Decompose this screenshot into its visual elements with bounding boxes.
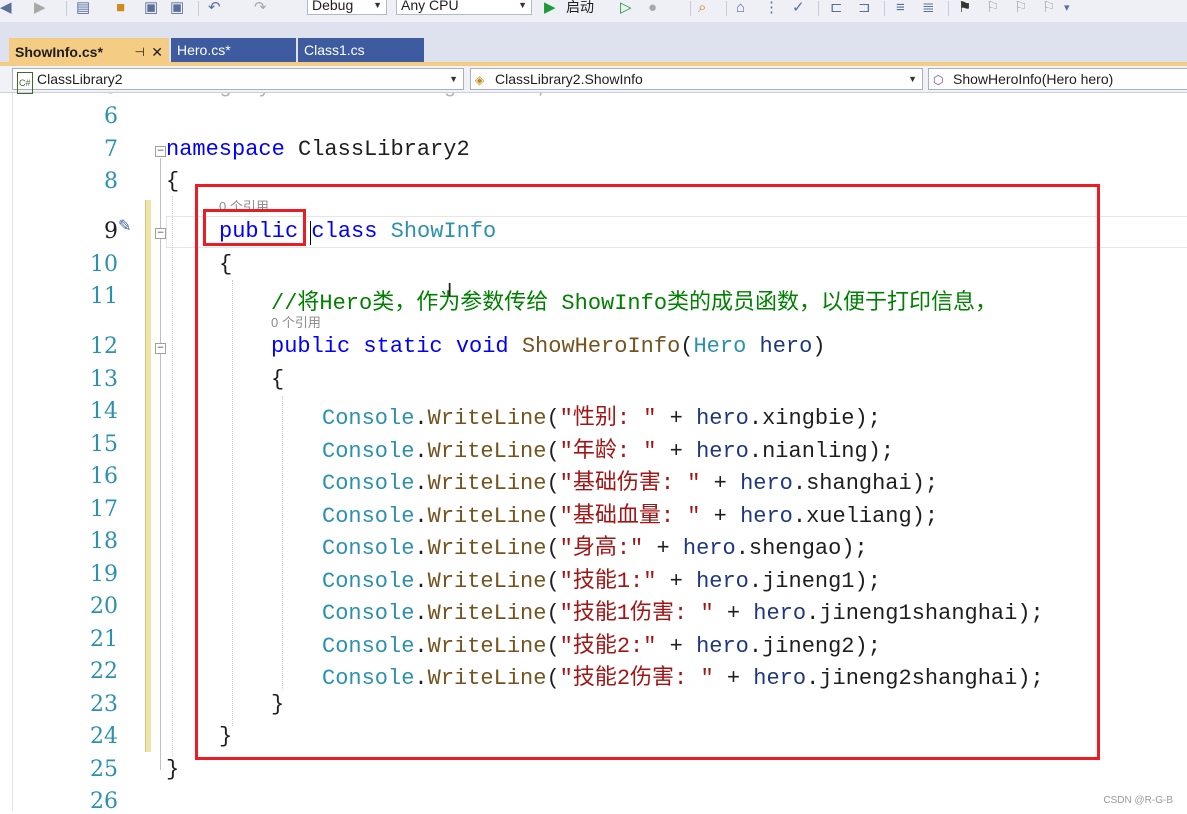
line-number: 11	[90, 284, 118, 309]
solution-platform-combo[interactable]: Any CPU ▼	[396, 0, 532, 15]
collapse-method-icon[interactable]: −	[155, 343, 166, 354]
format-icon[interactable]: ⋮	[764, 0, 779, 16]
save-icon[interactable]: ▣	[144, 0, 158, 16]
tab-hero-cs[interactable]: Hero.cs*	[171, 38, 296, 62]
pin-icon[interactable]: ⊣	[135, 40, 145, 64]
platform-value: Any CPU	[401, 0, 459, 13]
line-number: 23	[90, 692, 118, 717]
tab-label: Hero.cs*	[177, 42, 231, 58]
tab-label: ShowInfo.cs*	[15, 44, 103, 60]
line-number: 21	[90, 627, 118, 652]
line-number: 26	[90, 789, 118, 814]
change-tracking-bar	[145, 200, 151, 752]
line-number: 14	[90, 399, 118, 424]
chevron-down-icon: ▼	[449, 74, 458, 84]
toolbar-separator	[948, 1, 949, 16]
new-project-icon[interactable]: ▤	[76, 0, 90, 16]
configuration-value: Debug	[312, 0, 354, 13]
line-number: 15	[90, 432, 118, 457]
quick-actions-icon[interactable]: ✎	[118, 216, 131, 236]
toolbar-separator	[198, 1, 199, 16]
chevron-down-icon: ▼	[908, 74, 917, 84]
line-number: 18	[90, 529, 118, 554]
navigate-forward-icon[interactable]: ▶	[34, 0, 46, 16]
line-number: 24	[90, 724, 118, 749]
gutter-edge	[12, 93, 13, 811]
toolbar-separator	[884, 1, 885, 16]
line-number: 19	[90, 562, 118, 587]
chevron-down-icon: ▼	[373, 0, 382, 10]
start-debug-icon[interactable]: ▶	[544, 0, 556, 16]
undo-icon[interactable]: ↶	[208, 0, 221, 16]
start-without-debugging-icon[interactable]: ▷	[620, 0, 632, 16]
line-number: 10	[90, 252, 118, 277]
code-line-8: {	[166, 169, 180, 194]
line-number: 25	[90, 757, 118, 782]
spell-check-icon[interactable]: ✓	[792, 0, 805, 16]
open-folder-icon[interactable]: ■	[116, 0, 125, 16]
line-number: 13	[90, 367, 118, 392]
line-number-current: 9	[104, 219, 118, 244]
tab-label: Class1.cs	[304, 42, 365, 58]
save-all-icon[interactable]: ▣	[170, 0, 184, 16]
csharp-project-icon: C#	[17, 72, 33, 94]
toolbar-separator	[690, 1, 691, 16]
uncomment-lines-icon[interactable]: ≣	[922, 0, 935, 16]
code-line-7: namespace ClassLibrary2	[166, 137, 470, 162]
class-icon: ◈	[475, 73, 485, 87]
line-number: 12	[90, 334, 118, 359]
toolbar-separator	[818, 1, 819, 16]
line-number: 22	[90, 659, 118, 684]
toolbar-separator	[66, 1, 67, 16]
indent-guide	[172, 196, 173, 756]
line-number: 7	[104, 137, 118, 162]
member-value: ShowHeroInfo(Hero hero)	[953, 71, 1114, 87]
member-dropdown[interactable]: ⬡ ShowHeroInfo(Hero hero)	[928, 68, 1187, 90]
keyword: namespace	[166, 137, 285, 162]
collapse-class-icon[interactable]: −	[155, 228, 166, 239]
namespace-fold-line	[160, 158, 161, 770]
document-tab-strip: ShowInfo.cs* ⊣ ✕ Hero.cs* Class1.cs	[0, 22, 1187, 66]
comment-lines-icon[interactable]: ≡	[896, 0, 905, 16]
toolbar-overflow-icon[interactable]: ▾	[1064, 0, 1070, 16]
chevron-down-icon: ▼	[518, 0, 527, 10]
namespace-name: ClassLibrary2	[298, 137, 470, 162]
collapse-namespace-icon[interactable]: −	[155, 146, 166, 157]
navigation-bar: C# ClassLibrary2 ▼ ◈ ClassLibrary2.ShowI…	[0, 66, 1187, 94]
close-icon[interactable]: ✕	[151, 40, 163, 64]
class-highlight-box	[195, 184, 1100, 760]
align-right-icon[interactable]: ⊐	[858, 0, 871, 16]
method-icon: ⬡	[933, 73, 944, 87]
watermark: CSDN @R-G-B	[1103, 795, 1173, 806]
line-number: 17	[90, 497, 118, 522]
toolbar: ◀ ▶ ▤ ■ ▣ ▣ ↶ ↷ Debug ▼ Any CPU ▼ ▶ 启动 ▷…	[0, 0, 1187, 22]
redo-icon[interactable]: ↷	[254, 0, 267, 16]
clear-bookmarks-icon[interactable]: ⚐	[1042, 0, 1055, 16]
line-number: 20	[90, 594, 118, 619]
project-value: ClassLibrary2	[37, 71, 123, 87]
type-dropdown[interactable]: ◈ ClassLibrary2.ShowInfo ▼	[470, 68, 923, 90]
line-number: 8	[104, 169, 118, 194]
public-keyword-highlight-box	[203, 209, 306, 246]
line-number: 6	[104, 104, 118, 129]
bookmark-icon[interactable]: ⚑	[958, 0, 971, 16]
tab-showinfo-cs[interactable]: ShowInfo.cs* ⊣ ✕	[9, 38, 169, 62]
previous-bookmark-icon[interactable]: ⚐	[986, 0, 999, 16]
start-button-label[interactable]: 启动	[566, 0, 594, 17]
solution-configuration-combo[interactable]: Debug ▼	[307, 0, 387, 15]
line-number: 16	[90, 464, 118, 489]
hot-reload-icon[interactable]: ●	[648, 0, 657, 16]
code-line-25: }	[166, 757, 180, 782]
toolbar-separator	[726, 1, 727, 16]
find-in-files-icon[interactable]: ⌕	[698, 0, 706, 16]
next-bookmark-icon[interactable]: ⚐	[1014, 0, 1027, 16]
align-left-icon[interactable]: ⊏	[830, 0, 843, 16]
home-icon[interactable]: ⌂	[736, 0, 745, 16]
project-dropdown[interactable]: C# ClassLibrary2 ▼	[12, 68, 464, 94]
type-value: ClassLibrary2.ShowInfo	[495, 71, 643, 87]
navigate-back-icon[interactable]: ◀	[0, 0, 12, 16]
tab-class1-cs[interactable]: Class1.cs	[298, 38, 424, 62]
